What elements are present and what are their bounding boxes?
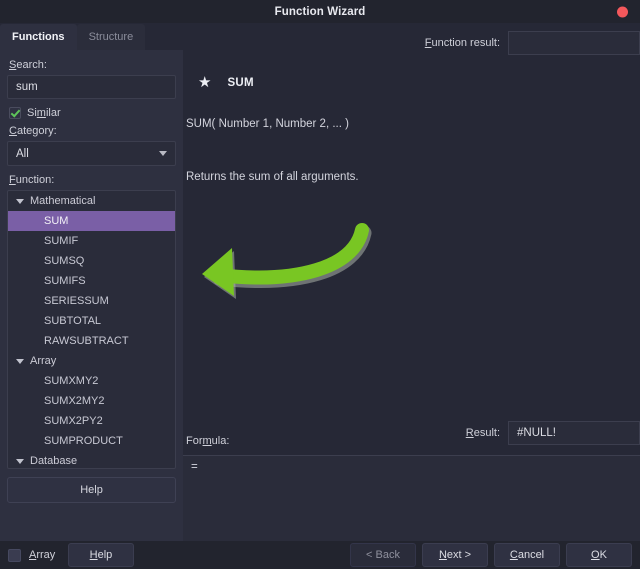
function-wizard-dialog: Functions Structure Search: sum Similar … (0, 23, 640, 569)
tree-group-database[interactable]: Database (8, 451, 175, 468)
ok-button[interactable]: OK (566, 543, 632, 567)
similar-checkbox-row[interactable]: Similar (9, 107, 176, 119)
tree-item-sumx2my2[interactable]: SUMX2MY2 (8, 391, 175, 411)
similar-checkbox[interactable] (9, 107, 21, 119)
function-result-row: Function result: (425, 31, 640, 55)
function-label: Function: (9, 174, 55, 186)
tree-group-label: Array (30, 355, 57, 367)
formula-label: Formula: (186, 435, 230, 447)
tree-item-sumifs[interactable]: SUMIFS (8, 271, 175, 291)
cancel-button[interactable]: Cancel (494, 543, 560, 567)
tree-item-sum[interactable]: SUM (8, 211, 175, 231)
similar-label: Similar (27, 107, 61, 119)
function-detail-panel: Function result: ★ SUM SUM( Number 1, Nu… (183, 23, 640, 541)
function-description: Returns the sum of all arguments. (186, 171, 359, 183)
tree-item-sumproduct[interactable]: SUMPRODUCT (8, 431, 175, 451)
function-tree[interactable]: Mathematical SUM SUMIF SUMSQ SUMIFS SERI… (7, 190, 176, 469)
function-heading: ★ SUM (198, 75, 254, 90)
tree-item-rawsubtract[interactable]: RAWSUBTRACT (8, 331, 175, 351)
navigation-buttons: < Back Next > Cancel OK (350, 543, 632, 567)
functions-panel: Search: sum Similar Category: All Functi… (0, 50, 183, 541)
function-signature: SUM( Number 1, Number 2, ... ) (186, 118, 349, 130)
array-checkbox[interactable] (8, 548, 21, 562)
function-tree-list: Mathematical SUM SUMIF SUMSQ SUMIFS SERI… (8, 191, 175, 468)
chevron-down-icon (16, 198, 24, 204)
back-button[interactable]: < Back (350, 543, 416, 567)
tree-item-sumif[interactable]: SUMIF (8, 231, 175, 251)
chevron-down-icon (16, 358, 24, 364)
result-row: Result: #NULL! (466, 421, 640, 445)
array-label: Array (29, 549, 56, 561)
tree-item-sumx2py2[interactable]: SUMX2PY2 (8, 411, 175, 431)
help-button-wrap: Help (68, 543, 134, 567)
panel-help-button[interactable]: Help (7, 477, 176, 503)
result-value: #NULL! (508, 421, 640, 445)
search-input[interactable]: sum (7, 75, 176, 99)
star-icon: ★ (198, 74, 212, 91)
tree-item-subtotal[interactable]: SUBTOTAL (8, 311, 175, 331)
tab-structure[interactable]: Structure (76, 24, 146, 51)
category-value: All (16, 147, 29, 160)
function-result-label: Function result: (424, 37, 500, 49)
window-titlebar: Function Wizard (0, 0, 640, 23)
tree-group-mathematical[interactable]: Mathematical (8, 191, 175, 211)
close-icon[interactable] (617, 6, 628, 17)
tree-group-label: Mathematical (30, 195, 96, 207)
chevron-down-icon (159, 151, 167, 156)
help-button[interactable]: Help (68, 543, 134, 567)
window-title: Function Wizard (274, 5, 366, 18)
dialog-footer: Array Help < Back Next > Cancel OK (0, 541, 640, 569)
tree-item-sumsq[interactable]: SUMSQ (8, 251, 175, 271)
next-button[interactable]: Next > (422, 543, 488, 567)
tab-bar: Functions Structure (0, 23, 183, 51)
tree-group-label: Database (30, 455, 78, 467)
result-label: Result: (465, 427, 500, 439)
category-select[interactable]: All (7, 141, 176, 166)
tree-item-seriessum[interactable]: SERIESSUM (8, 291, 175, 311)
formula-input[interactable]: = (183, 455, 640, 541)
search-label: Search: (9, 59, 47, 71)
category-label: Category: (9, 125, 57, 137)
function-name: SUM (227, 76, 254, 89)
tree-item-sumxmy2[interactable]: SUMXMY2 (8, 371, 175, 391)
tree-group-array[interactable]: Array (8, 351, 175, 371)
chevron-down-icon (16, 458, 24, 464)
tab-functions[interactable]: Functions (0, 24, 77, 51)
array-checkbox-row[interactable]: Array (8, 541, 55, 569)
function-result-input[interactable] (508, 31, 640, 55)
